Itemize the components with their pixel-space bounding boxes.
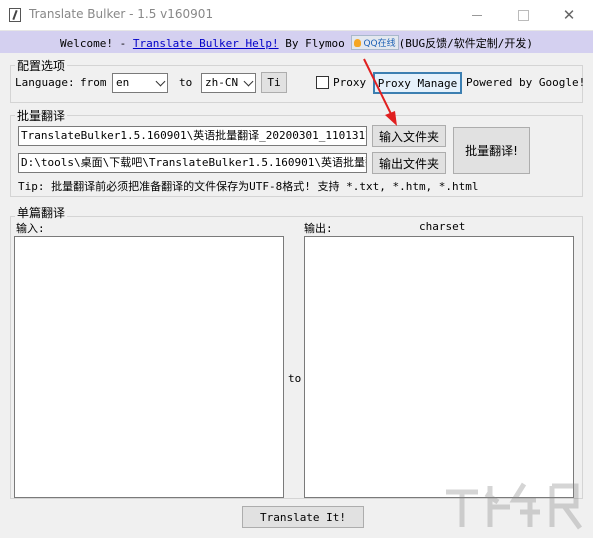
minimize-icon: [472, 14, 482, 16]
single-output-label: 输出:: [304, 222, 333, 235]
qq-online-badge[interactable]: QQ在线: [351, 35, 399, 50]
minimize-button[interactable]: [454, 0, 500, 30]
maximize-icon: [517, 9, 529, 21]
chevron-down-icon: [243, 76, 254, 87]
annotation-arrow: [363, 58, 397, 126]
maximize-button[interactable]: [500, 0, 546, 30]
batch-tip-text: Tip: 批量翻译前必须把准备翻译的文件保存为UTF-8格式! 支持 *.txt…: [18, 180, 479, 193]
app-icon: [9, 8, 21, 22]
qq-online-label: QQ在线: [363, 39, 396, 49]
from-label: from: [80, 76, 107, 89]
watermark-logo: [446, 482, 583, 530]
welcome-text: Welcome! -: [60, 37, 127, 50]
single-group-title: 单篇翻译: [15, 204, 68, 221]
batch-translate-button[interactable]: 批量翻译!: [453, 127, 530, 174]
chevron-down-icon: [155, 76, 166, 87]
single-output-textarea[interactable]: [304, 236, 574, 498]
output-folder-path-input[interactable]: D:\tools\桌面\下载吧\TranslateBulker1.5.16090…: [18, 153, 367, 173]
from-language-value: en: [116, 76, 130, 89]
proxy-checkbox[interactable]: [316, 76, 329, 89]
ti-button[interactable]: Ti: [261, 72, 287, 93]
config-group-title: 配置选项: [15, 57, 68, 74]
output-folder-button[interactable]: 输出文件夹: [372, 152, 446, 174]
single-input-textarea[interactable]: [14, 236, 284, 498]
language-label: Language:: [15, 76, 75, 89]
qq-penguin-icon: [354, 39, 362, 47]
help-link[interactable]: Translate Bulker Help!: [133, 37, 279, 50]
input-folder-path-input[interactable]: TranslateBulker1.5.160901\英语批量翻译_2020030…: [18, 126, 367, 146]
close-button[interactable]: ✕: [546, 0, 592, 30]
batch-group-title: 批量翻译: [15, 107, 68, 124]
powered-by-text: Powered by Google!: [466, 76, 586, 89]
window-title: Translate Bulker - 1.5 v160901: [29, 7, 214, 21]
single-to-label: to: [288, 372, 302, 385]
author-text: By Flymoo: [285, 37, 345, 50]
from-language-select[interactable]: en: [112, 73, 168, 93]
to-language-select[interactable]: zh-CN: [201, 73, 256, 93]
charset-label: charset: [419, 220, 466, 233]
to-label: to: [179, 76, 193, 89]
to-language-value: zh-CN: [205, 76, 239, 89]
welcome-banner-text: Welcome! - Translate Bulker Help! By Fly…: [0, 35, 593, 51]
close-icon: ✕: [562, 6, 576, 24]
feedback-text: (BUG反馈/软件定制/开发): [398, 37, 533, 50]
single-input-label: 输入:: [16, 222, 45, 235]
translate-it-button[interactable]: Translate It!: [242, 506, 364, 528]
